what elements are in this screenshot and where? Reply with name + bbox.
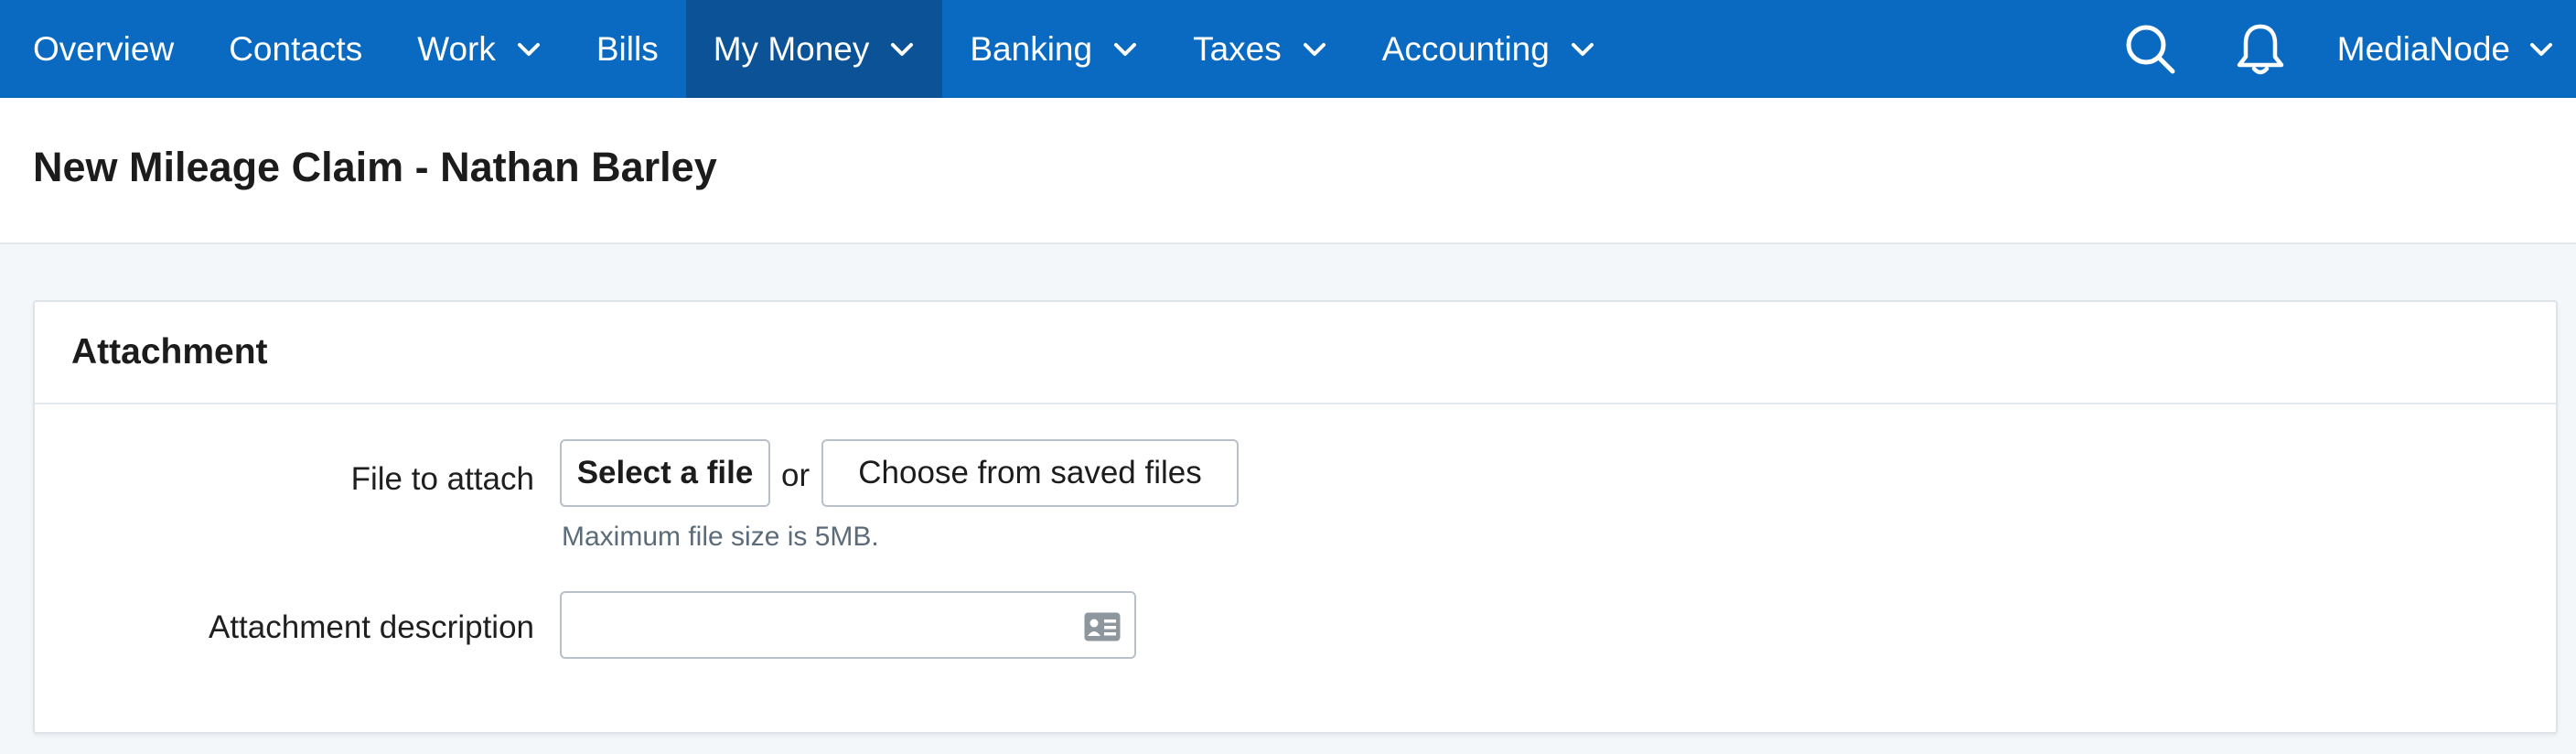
nav-right-group: MediaNode: [2096, 0, 2576, 98]
select-file-button[interactable]: Select a file: [560, 439, 770, 507]
notifications-button[interactable]: [2206, 0, 2315, 98]
page-title: New Mileage Claim - Nathan Barley: [33, 144, 717, 190]
file-attach-label: File to attach: [350, 461, 534, 497]
search-button[interactable]: [2096, 0, 2206, 98]
nav-item-overview[interactable]: Overview: [0, 0, 201, 98]
choose-saved-files-button[interactable]: Choose from saved files: [821, 439, 1239, 507]
nav-item-label: My Money: [713, 29, 870, 68]
attachment-description-field: [560, 591, 1136, 659]
nav-item-contacts[interactable]: Contacts: [201, 0, 390, 98]
attachment-description-label: Attachment description: [208, 609, 534, 645]
nav-item-label: Contacts: [229, 29, 363, 68]
nav-item-label: Banking: [970, 29, 1093, 68]
chevron-down-icon: [517, 42, 540, 56]
top-navigation: Overview Contacts Work Bills My Money Ba…: [0, 0, 2576, 98]
nav-item-label: Bills: [596, 29, 659, 68]
file-size-hint: Maximum file size is 5MB.: [562, 522, 879, 552]
nav-item-label: Work: [417, 29, 496, 68]
chevron-down-icon: [1114, 42, 1137, 56]
section-title: Attachment: [71, 332, 268, 372]
nav-item-label: Accounting: [1381, 29, 1550, 68]
nav-item-work[interactable]: Work: [390, 0, 569, 98]
card-header: Attachment: [35, 302, 2556, 404]
chevron-down-icon: [891, 42, 914, 56]
nav-item-my-money[interactable]: My Money: [685, 0, 943, 98]
bell-icon: [2237, 24, 2284, 74]
page-header: New Mileage Claim - Nathan Barley: [0, 98, 2576, 244]
chevron-down-icon: [2530, 42, 2552, 56]
or-text: or: [781, 458, 810, 493]
chevron-down-icon: [1303, 42, 1326, 56]
attachment-description-input[interactable]: [562, 593, 1134, 657]
file-attach-row: File to attach Select a file or Choose f…: [35, 439, 2556, 586]
chevron-down-icon: [1571, 42, 1594, 56]
search-icon: [2126, 25, 2175, 73]
nav-item-taxes[interactable]: Taxes: [1165, 0, 1355, 98]
nav-item-accounting[interactable]: Accounting: [1355, 0, 1623, 98]
account-name: MediaNode: [2336, 29, 2510, 68]
account-menu[interactable]: MediaNode: [2315, 0, 2576, 98]
contact-card-icon[interactable]: [1083, 611, 1122, 642]
nav-item-banking[interactable]: Banking: [942, 0, 1165, 98]
nav-item-bills[interactable]: Bills: [569, 0, 686, 98]
attachment-description-row: Attachment description: [35, 591, 2556, 664]
attachment-card: Attachment File to attach Select a file …: [33, 300, 2558, 734]
nav-item-label: Taxes: [1193, 29, 1282, 68]
nav-item-label: Overview: [33, 29, 175, 68]
